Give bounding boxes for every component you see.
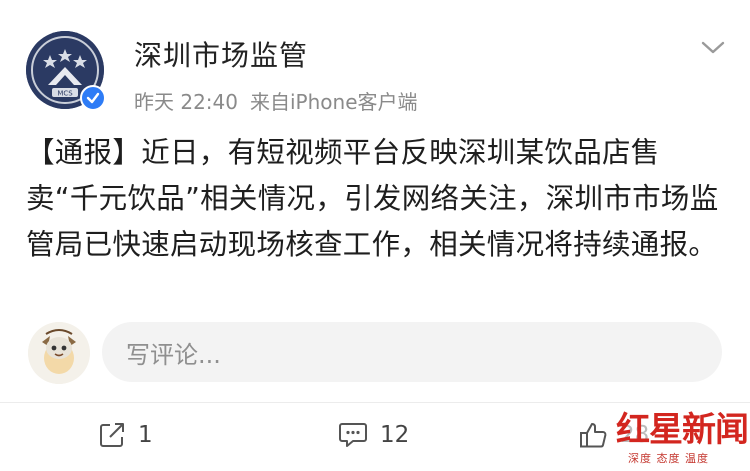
post-header: MCS 深圳市场监管 昨天 22:40 来自iPhone客户端	[0, 0, 750, 120]
share-count: 1	[138, 422, 153, 448]
comment-count: 12	[380, 422, 410, 448]
post-source: 来自iPhone客户端	[250, 90, 418, 114]
svg-text:MCS: MCS	[57, 90, 73, 98]
comment-button[interactable]: 12	[338, 421, 409, 449]
verified-badge-icon	[80, 85, 106, 111]
watermark-tagline: 深度 态度 温度	[628, 452, 709, 465]
share-button[interactable]: 1	[98, 421, 153, 449]
chevron-down-icon[interactable]	[698, 36, 728, 60]
user-avatar[interactable]	[28, 322, 90, 384]
post-text: 【通报】近日，有短视频平台反映深圳某饮品店售卖“千元饮品”相关情况，引发网络关注…	[26, 136, 719, 261]
watermark-brand: 红星新闻	[616, 410, 749, 450]
news-watermark: 红星新闻 深度 态度 温度	[612, 398, 749, 470]
comment-icon	[339, 423, 367, 447]
cartoon-avatar-icon	[28, 322, 90, 384]
share-icon	[100, 423, 124, 447]
comment-input[interactable]: 写评论...	[102, 322, 722, 382]
post-meta: 昨天 22:40 来自iPhone客户端	[134, 86, 418, 115]
comment-row: 写评论...	[0, 318, 750, 388]
thumbs-up-icon	[580, 423, 607, 448]
post-time: 昨天 22:40	[134, 90, 238, 114]
account-name[interactable]: 深圳市场监管	[134, 34, 308, 74]
